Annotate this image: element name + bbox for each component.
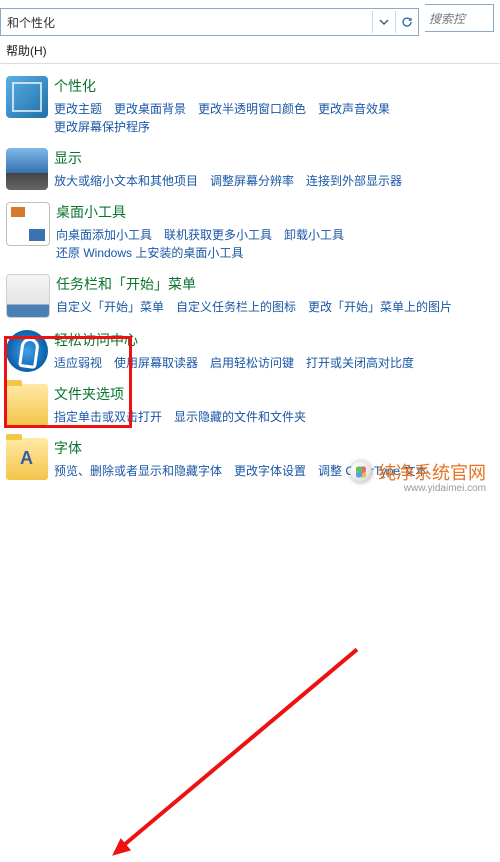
section-folder-options: 文件夹选项 指定单击或双击打开 显示隐藏的文件和文件夹 — [6, 378, 500, 432]
link-text-size[interactable]: 放大或缩小文本和其他项目 — [54, 172, 198, 190]
link-restore-gadgets[interactable]: 还原 Windows 上安装的桌面小工具 — [56, 244, 243, 262]
link-external-display[interactable]: 连接到外部显示器 — [306, 172, 402, 190]
link-resolution[interactable]: 调整屏幕分辨率 — [210, 172, 294, 190]
link-font-settings[interactable]: 更改字体设置 — [234, 462, 306, 480]
display-icon — [6, 148, 48, 190]
section-title[interactable]: 文件夹选项 — [54, 384, 500, 404]
section-title[interactable]: 桌面小工具 — [56, 202, 500, 222]
link-screen-reader[interactable]: 使用屏幕取读器 — [114, 354, 198, 372]
link-add-gadget[interactable]: 向桌面添加小工具 — [56, 226, 152, 244]
gadgets-icon — [6, 202, 50, 246]
search-placeholder: 搜索控 — [429, 10, 465, 27]
watermark: 纯净系统官网 www.yidaimei.com — [350, 459, 486, 494]
section-taskbar: 任务栏和「开始」菜单 自定义「开始」菜单 自定义任务栏上的图标 更改「开始」菜单… — [6, 268, 500, 324]
watermark-text: 纯净系统官网 — [378, 459, 486, 485]
address-dropdown-icon[interactable] — [372, 11, 395, 33]
section-title[interactable]: 显示 — [54, 148, 500, 168]
section-gadgets: 桌面小工具 向桌面添加小工具 联机获取更多小工具 卸载小工具 还原 Window… — [6, 196, 500, 268]
refresh-icon[interactable] — [395, 11, 418, 33]
link-custom-start[interactable]: 自定义「开始」菜单 — [56, 298, 164, 316]
link-low-vision[interactable]: 适应弱视 — [54, 354, 102, 372]
link-ease-keys[interactable]: 启用轻松访问键 — [210, 354, 294, 372]
folder-options-icon — [6, 384, 48, 426]
section-title[interactable]: 轻松访问中心 — [54, 330, 500, 350]
content-panel: 个性化 更改主题 更改桌面背景 更改半透明窗口颜色 更改声音效果 更改屏幕保护程… — [0, 64, 500, 486]
link-change-desktop-bg[interactable]: 更改桌面背景 — [114, 100, 186, 118]
link-change-screensaver[interactable]: 更改屏幕保护程序 — [54, 118, 150, 136]
address-bar[interactable]: 和个性化 — [0, 8, 419, 36]
link-more-gadgets[interactable]: 联机获取更多小工具 — [164, 226, 272, 244]
ease-of-access-icon — [6, 330, 48, 372]
menu-bar: 帮助(H) — [0, 38, 500, 64]
link-change-window-color[interactable]: 更改半透明窗口颜色 — [198, 100, 306, 118]
fonts-icon — [6, 438, 48, 480]
menu-help[interactable]: 帮助(H) — [6, 44, 47, 58]
link-high-contrast[interactable]: 打开或关闭高对比度 — [306, 354, 414, 372]
search-input[interactable]: 搜索控 — [425, 4, 494, 32]
link-uninstall-gadget[interactable]: 卸载小工具 — [284, 226, 344, 244]
section-display: 显示 放大或缩小文本和其他项目 调整屏幕分辨率 连接到外部显示器 — [6, 142, 500, 196]
watermark-url: www.yidaimei.com — [350, 483, 486, 494]
watermark-icon — [350, 461, 372, 483]
link-change-theme[interactable]: 更改主题 — [54, 100, 102, 118]
taskbar-icon — [6, 274, 50, 318]
section-personalization: 个性化 更改主题 更改桌面背景 更改半透明窗口颜色 更改声音效果 更改屏幕保护程… — [6, 70, 500, 142]
link-change-start-pic[interactable]: 更改「开始」菜单上的图片 — [308, 298, 452, 316]
link-manage-fonts[interactable]: 预览、删除或者显示和隐藏字体 — [54, 462, 222, 480]
section-title[interactable]: 任务栏和「开始」菜单 — [56, 274, 500, 294]
link-change-sounds[interactable]: 更改声音效果 — [318, 100, 390, 118]
section-title[interactable]: 字体 — [54, 438, 500, 458]
link-custom-taskbar-icons[interactable]: 自定义任务栏上的图标 — [176, 298, 296, 316]
personalization-icon — [6, 76, 48, 118]
link-click-open[interactable]: 指定单击或双击打开 — [54, 408, 162, 426]
section-title[interactable]: 个性化 — [54, 76, 500, 96]
section-ease-of-access: 轻松访问中心 适应弱视 使用屏幕取读器 启用轻松访问键 打开或关闭高对比度 — [6, 324, 500, 378]
address-bar-path: 和个性化 — [1, 14, 372, 31]
link-show-hidden[interactable]: 显示隐藏的文件和文件夹 — [174, 408, 306, 426]
